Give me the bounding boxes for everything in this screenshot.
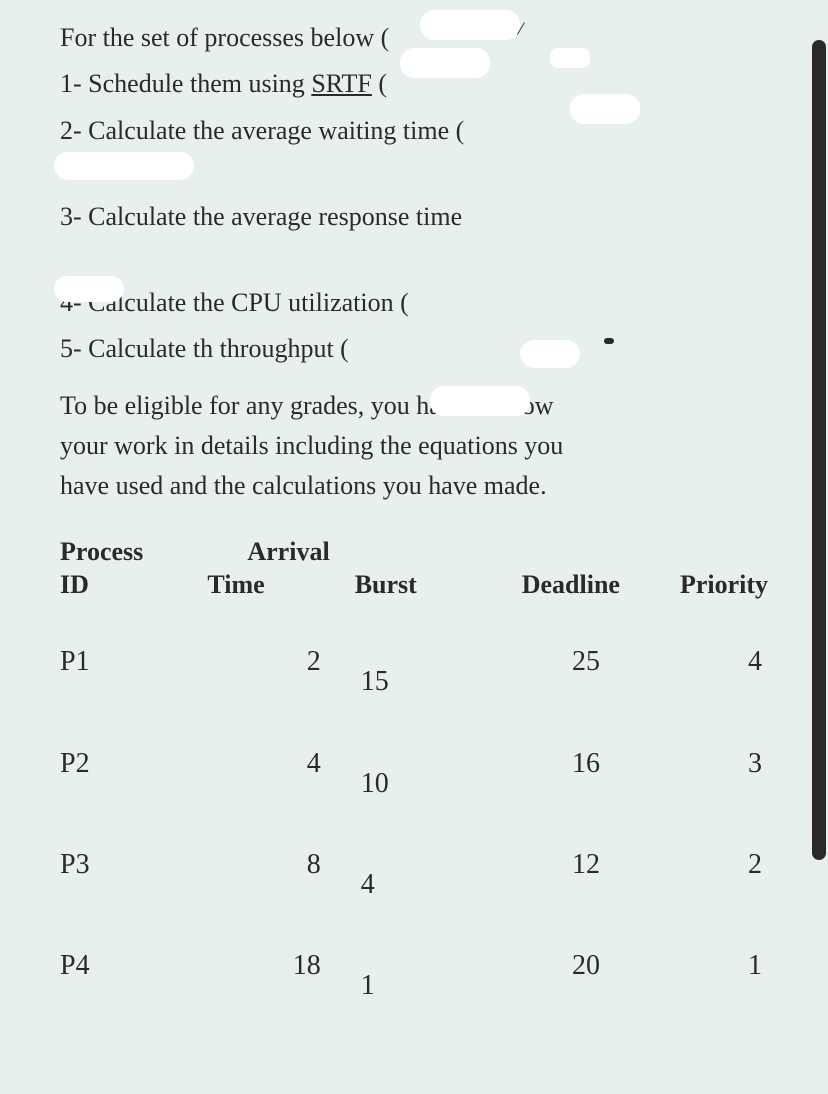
note-line-2: your work in details including the equat… [60,426,768,466]
cell-id: P4 [60,944,207,987]
cell-id: P3 [60,843,207,886]
item-1-prefix: 1- [60,69,88,98]
cell-arrival: 2 [207,640,355,683]
redaction-mark [520,340,580,368]
item-3-text: Calculate the average response time [88,202,462,231]
note-line-1: To be eligible for any grades, you have … [60,386,768,426]
header-priority: Priority [660,535,768,603]
cell-priority: 2 [660,843,768,886]
cell-burst: 4 [355,843,483,906]
item-5: 5- Calculate th throughput ( [60,329,768,369]
scrollbar-track[interactable] [808,0,828,1094]
header-process-id: Process ID [60,535,207,603]
item-3-prefix: 3- [60,202,88,231]
item-4-text: Calculate the CPU utilization ( [88,288,409,317]
header-burst-text: Burst [355,568,483,602]
table-row: P1 2 15 25 4 [60,640,768,703]
cell-deadline: 20 [482,944,660,987]
redaction-mark [420,10,520,40]
srtf-link[interactable]: SRTF [311,69,372,98]
item-1-post: ( [372,69,387,98]
item-3: 3- Calculate the average response time [60,197,768,237]
cell-priority: 3 [660,742,768,785]
cell-burst: 1 [355,944,483,1007]
redaction-mark [430,386,530,416]
stray-dot [604,338,614,344]
redaction-mark [54,152,194,180]
cell-deadline: 25 [482,640,660,683]
item-4: 4- Calculate the CPU utilization ( [60,283,768,323]
table-row: P3 8 4 12 2 [60,843,768,906]
item-5-prefix: 5- [60,334,88,363]
redaction-mark [54,276,124,302]
header-arrival-l2: Time [207,568,354,602]
item-2: 2- Calculate the average waiting time ( [60,111,768,151]
header-arrival: Arrival Time [207,535,354,603]
cell-priority: 1 [660,944,768,987]
header-id: ID [60,568,207,602]
cell-arrival: 18 [207,944,355,987]
cell-deadline: 16 [482,742,660,785]
cell-deadline: 12 [482,843,660,886]
cell-id: P1 [60,640,207,683]
item-2-text: Calculate the average waiting time ( [88,116,464,145]
header-arrival-l1: Arrival [247,535,394,569]
cell-arrival: 4 [207,742,355,785]
cell-priority: 4 [660,640,768,683]
redaction-mark [570,94,640,124]
header-priority-text: Priority [660,568,768,602]
header-deadline-text: Deadline [482,568,620,602]
cell-burst: 10 [355,742,483,805]
cell-burst: 15 [355,640,483,703]
table-header: Process ID Arrival Time Burst Deadline P… [60,535,768,603]
header-deadline: Deadline [482,535,660,603]
cell-id: P2 [60,742,207,785]
header-process: Process [60,535,207,569]
note-line-3: have used and the calculations you have … [60,466,768,506]
table-row: P4 18 1 20 1 [60,944,768,1007]
table-row: P2 4 10 16 3 [60,742,768,805]
redaction-mark [400,48,490,78]
process-table: Process ID Arrival Time Burst Deadline P… [60,535,768,1008]
item-5-text: Calculate th throughput ( [88,334,349,363]
redaction-mark [550,48,590,68]
item-2-prefix: 2- [60,116,88,145]
grading-note: To be eligible for any grades, you have … [60,386,768,507]
item-1-pre: Schedule them using [88,69,311,98]
scrollbar-thumb[interactable] [812,40,826,860]
cell-arrival: 8 [207,843,355,886]
